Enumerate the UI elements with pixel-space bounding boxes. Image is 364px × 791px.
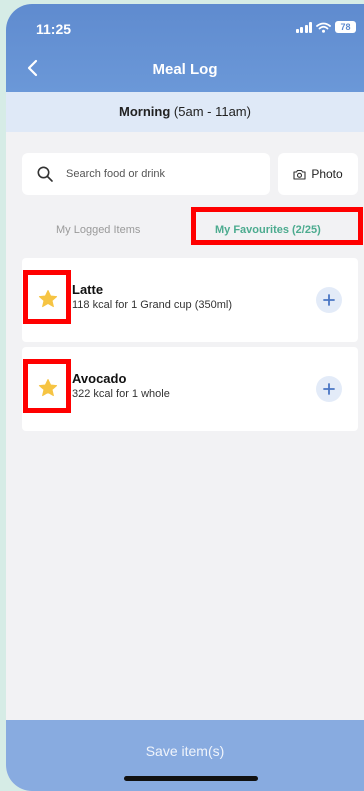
- phone-screen: 11:25 78 Meal Log Morning (5am - 11am) S…: [6, 4, 364, 791]
- status-time: 11:25: [36, 21, 72, 37]
- food-calories: 322 kcal for 1 whole: [72, 388, 170, 400]
- photo-button[interactable]: Photo: [278, 153, 358, 195]
- list-item[interactable]: Avocado 322 kcal for 1 whole: [22, 347, 358, 431]
- plus-icon: [323, 383, 335, 395]
- highlight-box-star: [23, 270, 71, 324]
- home-indicator: [124, 776, 258, 781]
- camera-icon: [293, 169, 306, 180]
- highlight-box-favourites-tab: [191, 207, 363, 245]
- battery-icon: 78: [335, 21, 356, 33]
- tab-my-logged-items[interactable]: My Logged Items: [56, 216, 140, 244]
- search-input[interactable]: [64, 167, 258, 181]
- food-name: Avocado: [72, 371, 127, 386]
- status-icons: 78: [295, 21, 356, 33]
- meal-period-name: Morning: [119, 104, 171, 119]
- meal-period-range: (5am - 11am): [173, 104, 251, 119]
- search-box[interactable]: [22, 153, 270, 195]
- highlight-box-star: [23, 359, 71, 413]
- photo-button-label: Photo: [311, 167, 343, 181]
- plus-icon: [323, 294, 335, 306]
- save-bar: Save item(s): [6, 720, 364, 791]
- add-item-button[interactable]: [316, 376, 342, 402]
- status-bar: 11:25 78: [6, 4, 364, 48]
- signal-icon: [295, 21, 312, 33]
- save-items-button[interactable]: Save item(s): [6, 743, 364, 759]
- food-calories: 118 kcal for 1 Grand cup (350ml): [72, 299, 232, 311]
- meal-period-bar: Morning (5am - 11am): [6, 92, 364, 132]
- wifi-icon: [316, 22, 331, 33]
- list-item[interactable]: Latte 118 kcal for 1 Grand cup (350ml): [22, 258, 358, 342]
- page-title: Meal Log: [152, 61, 218, 78]
- search-icon: [37, 166, 53, 182]
- app-header: 11:25 78 Meal Log: [6, 4, 364, 92]
- add-item-button[interactable]: [316, 287, 342, 313]
- food-name: Latte: [72, 282, 104, 297]
